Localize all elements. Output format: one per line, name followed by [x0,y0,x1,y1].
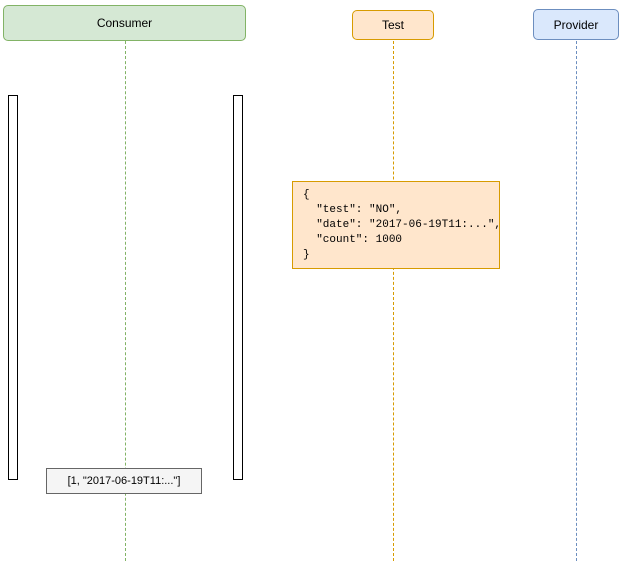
note-array: [1, "2017-06-19T11:..."] [46,468,202,494]
note-json-line1: { [303,188,489,203]
participant-provider: Provider [533,9,619,40]
activation-consumer-left [8,95,18,480]
participant-provider-label: Provider [554,18,599,32]
note-json: { "test": "NO", "date": "2017-06-19T11:.… [292,181,500,269]
participant-consumer: Consumer [3,5,246,41]
participant-consumer-label: Consumer [97,16,152,30]
note-json-line4: "count": 1000 [303,233,489,248]
lifeline-provider [576,41,577,561]
note-array-text: [1, "2017-06-19T11:..."] [68,475,181,487]
participant-test-label: Test [382,18,404,32]
participant-test: Test [352,10,434,40]
activation-consumer-right [233,95,243,480]
note-json-line5: } [303,248,489,263]
note-json-line3: "date": "2017-06-19T11:...", [303,218,489,233]
lifeline-test [393,41,394,561]
note-json-line2: "test": "NO", [303,203,489,218]
